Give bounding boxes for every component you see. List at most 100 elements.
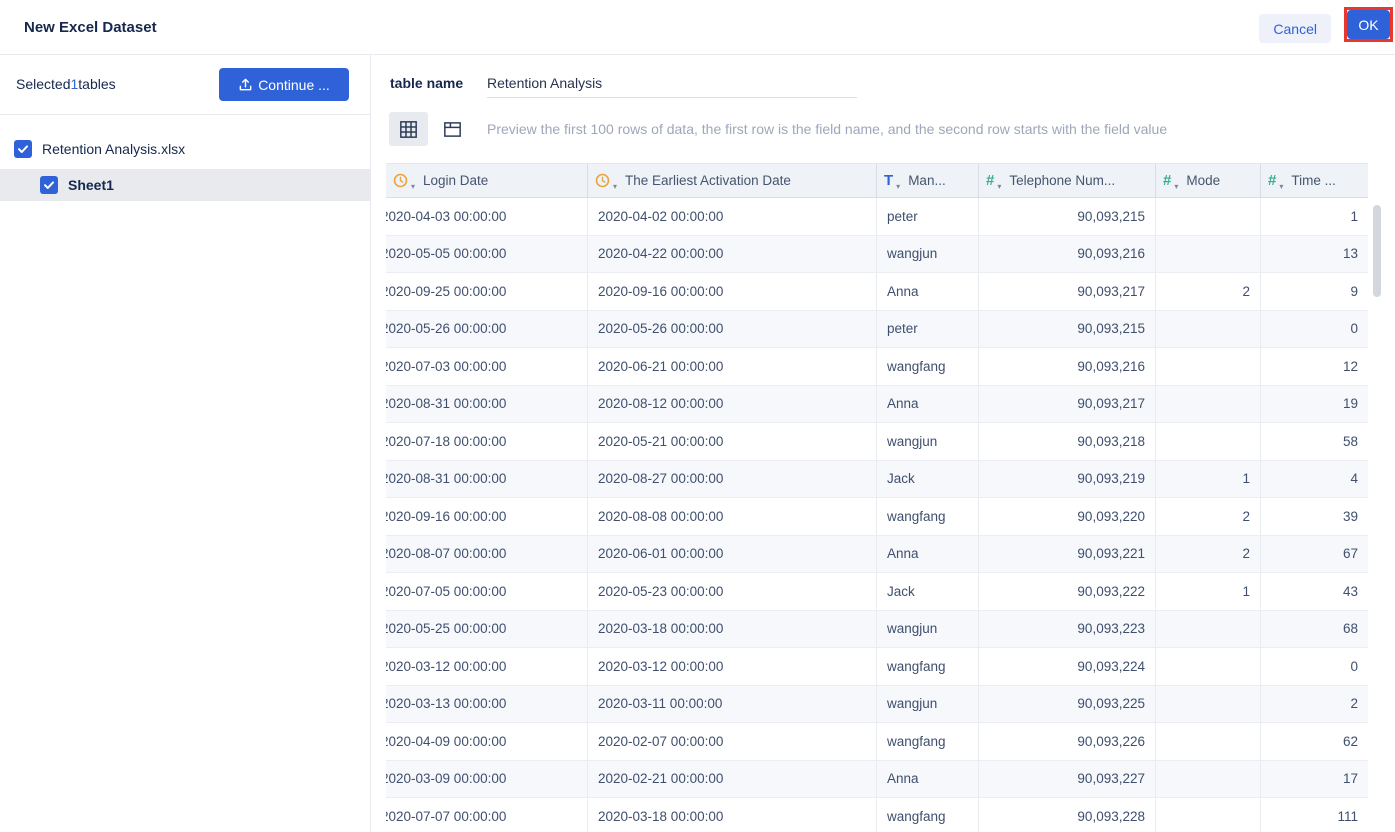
- number-field-icon: #: [1268, 172, 1277, 189]
- table-cell: 2020-03-12 00:00:00: [588, 648, 877, 685]
- column-header-2[interactable]: T ▾ Man...: [877, 163, 979, 198]
- number-field-icon: #: [986, 172, 995, 189]
- tree-item-sheet-selected[interactable]: Sheet1: [0, 169, 370, 201]
- table-cell: 2: [1156, 535, 1261, 572]
- table-cell: 2020-08-07 00:00:00: [386, 535, 588, 572]
- table-row: 2020-03-09 00:00:00 2020-02-21 00:00:00 An…: [386, 760, 1368, 798]
- column-header-1[interactable]: ▾ The Earliest Activation Date: [588, 163, 877, 198]
- table-cell: [1156, 610, 1261, 647]
- table-cell: [1156, 198, 1261, 235]
- table-cell: 68: [1342, 621, 1358, 637]
- column-header-4[interactable]: # ▾ Mode: [1156, 163, 1261, 198]
- table-cell: 2020-02-07 00:00:00: [588, 723, 877, 760]
- table-cell: wangjun: [877, 685, 979, 722]
- continue-label: Continue ...: [258, 76, 330, 93]
- vertical-scrollbar-thumb[interactable]: [1373, 205, 1381, 297]
- table-cell: 2020-05-26 00:00:00: [588, 310, 877, 347]
- table-cell: 90,093,222: [979, 573, 1156, 610]
- table-row: 2020-07-03 00:00:00 2020-06-21 00:00:00 wa…: [386, 348, 1368, 386]
- upload-icon: [238, 77, 253, 92]
- table-cell: [1156, 423, 1261, 460]
- table-cell: Anna: [877, 385, 979, 422]
- table-cell: 2020-07-18 00:00:00: [386, 423, 588, 460]
- table-cell: 2020-05-21 00:00:00: [588, 423, 877, 460]
- table-cell: [1156, 685, 1261, 722]
- sidebar-summary-row: Selected1tables Continue ...: [0, 55, 370, 115]
- cancel-button[interactable]: Cancel: [1259, 14, 1331, 43]
- table-cell: wangfang: [877, 348, 979, 385]
- table-cell: wangfang: [877, 798, 979, 832]
- sidebar: Selected1tables Continue ... Retention A…: [0, 55, 371, 832]
- table-cell: 1: [1156, 573, 1261, 610]
- table-cell: 90,093,220: [979, 498, 1156, 535]
- check-icon: [18, 145, 28, 153]
- text-field-icon: T: [884, 172, 894, 189]
- table-cell: 2: [1350, 696, 1358, 712]
- table-cell: 62: [1342, 733, 1358, 749]
- table-cell: 90,093,218: [979, 423, 1156, 460]
- column-header-3[interactable]: # ▾ Telephone Num...: [979, 163, 1156, 198]
- table-cell: 2020-08-27 00:00:00: [588, 460, 877, 497]
- column-header-label: Login Date: [423, 173, 489, 188]
- table-cell: peter: [877, 310, 979, 347]
- table-cell: 90,093,215: [979, 310, 1156, 347]
- table-cell: 90,093,224: [979, 648, 1156, 685]
- table-cell: 2020-03-11 00:00:00: [588, 685, 877, 722]
- table-cell: 90,093,217: [979, 385, 1156, 422]
- table-name-input[interactable]: Retention Analysis: [487, 72, 857, 98]
- table-cell: 58: [1342, 433, 1358, 449]
- table-cell: 0: [1350, 658, 1358, 674]
- column-header-5[interactable]: # ▾ Time ...: [1261, 163, 1368, 198]
- new-excel-dataset-dialog: New Excel Dataset Cancel OK Selected1tab…: [0, 0, 1395, 832]
- file-checkbox-checked[interactable]: [14, 140, 32, 158]
- field-view-button[interactable]: [437, 112, 467, 146]
- table-cell: wangjun: [877, 423, 979, 460]
- table-cell: wangjun: [877, 235, 979, 272]
- table-cell: [1156, 235, 1261, 272]
- sheet-name-label: Sheet1: [68, 177, 114, 193]
- table-row: 2020-03-13 00:00:00 2020-03-11 00:00:00 wa…: [386, 685, 1368, 723]
- field-type-dropdown-icon[interactable]: ▾: [613, 182, 617, 191]
- column-header-label: Man...: [908, 173, 946, 188]
- table-cell: 12: [1342, 358, 1358, 374]
- table-cell: 2020-07-03 00:00:00: [386, 348, 588, 385]
- table-row: 2020-07-07 00:00:00 2020-03-18 00:00:00 wa…: [386, 798, 1368, 832]
- table-cell: 2020-03-13 00:00:00: [386, 685, 588, 722]
- field-type-dropdown-icon[interactable]: ▾: [1174, 182, 1178, 191]
- table-cell: peter: [877, 198, 979, 235]
- table-cell: 2020-05-26 00:00:00: [386, 310, 588, 347]
- page-title: New Excel Dataset: [24, 19, 157, 36]
- table-row: 2020-03-12 00:00:00 2020-03-12 00:00:00 wa…: [386, 648, 1368, 686]
- field-type-dropdown-icon[interactable]: ▾: [896, 182, 900, 191]
- table-cell: 90,093,221: [979, 535, 1156, 572]
- table-cell: 90,093,223: [979, 610, 1156, 647]
- annotation-highlight-box: OK: [1344, 7, 1393, 42]
- continue-upload-button[interactable]: Continue ...: [219, 68, 349, 101]
- column-header-label: Mode: [1186, 173, 1221, 188]
- table-row: 2020-05-26 00:00:00 2020-05-26 00:00:00 pe…: [386, 310, 1368, 348]
- table-header-row: ▾ Login Date ▾ The Earliest Activation Date…: [386, 163, 1368, 198]
- table-row: 2020-04-03 00:00:00 2020-04-02 00:00:00 pe…: [386, 198, 1368, 236]
- table-cell: 2020-08-08 00:00:00: [588, 498, 877, 535]
- field-type-dropdown-icon[interactable]: ▾: [1279, 182, 1283, 191]
- table-cell: 90,093,217: [979, 273, 1156, 310]
- sheet-checkbox-checked[interactable]: [40, 176, 58, 194]
- table-cell: 0: [1350, 321, 1358, 337]
- grid-view-button[interactable]: [389, 112, 428, 146]
- field-type-dropdown-icon[interactable]: ▾: [411, 182, 415, 191]
- preview-toolbar: Preview the first 100 rows of data, the …: [389, 112, 1167, 146]
- table-row: 2020-09-16 00:00:00 2020-08-08 00:00:00 wa…: [386, 498, 1368, 536]
- table-cell: [1156, 348, 1261, 385]
- table-cell: 2020-07-05 00:00:00: [386, 573, 588, 610]
- table-cell: 1: [1156, 460, 1261, 497]
- table-cell: wangfang: [877, 648, 979, 685]
- dialog-header: New Excel Dataset Cancel OK: [0, 0, 1395, 55]
- tree-item-file[interactable]: Retention Analysis.xlsx: [0, 133, 370, 165]
- column-header-0[interactable]: ▾ Login Date: [386, 163, 588, 198]
- table-row: 2020-05-05 00:00:00 2020-04-22 00:00:00 wa…: [386, 235, 1368, 273]
- field-type-dropdown-icon[interactable]: ▾: [997, 182, 1001, 191]
- table-cell: 17: [1342, 771, 1358, 787]
- table-cell: 2020-05-23 00:00:00: [588, 573, 877, 610]
- ok-button[interactable]: OK: [1347, 10, 1390, 39]
- table-row: 2020-04-09 00:00:00 2020-02-07 00:00:00 wa…: [386, 723, 1368, 761]
